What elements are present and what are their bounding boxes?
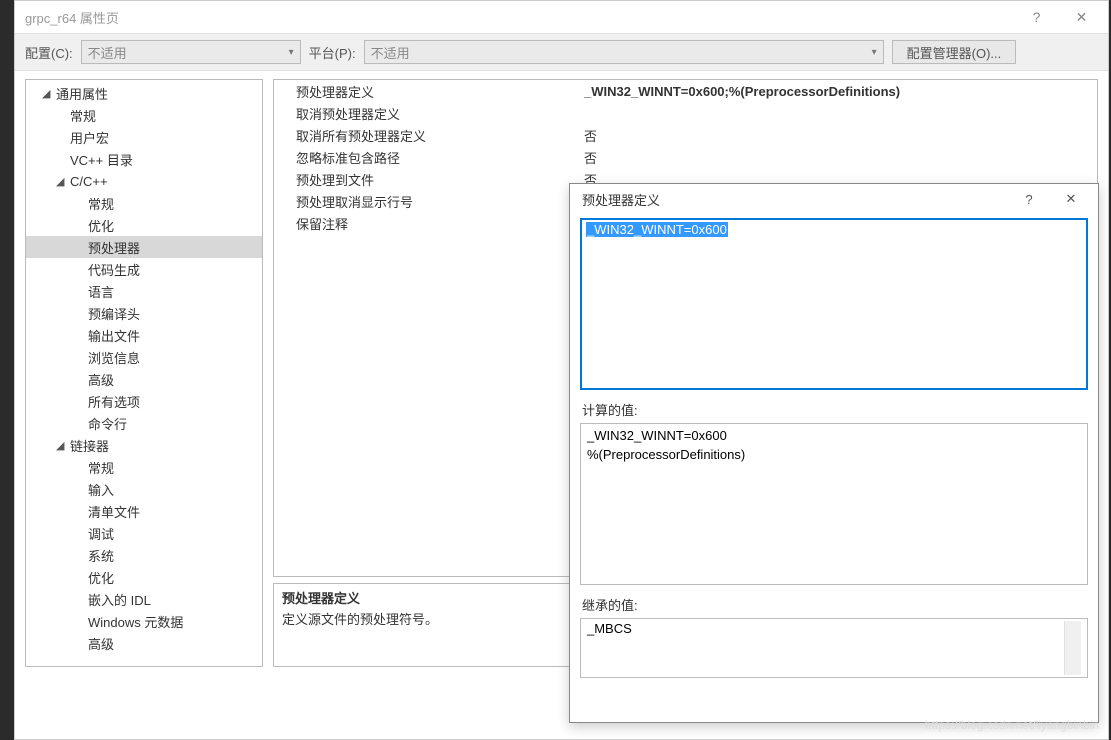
grid-key: 预处理器定义	[274, 82, 578, 101]
tree-item-linker-adv[interactable]: 高级	[26, 632, 262, 654]
config-manager-button[interactable]: 配置管理器(O)...	[892, 40, 1017, 64]
grid-key: 取消预处理器定义	[274, 104, 578, 123]
grid-key: 取消所有预处理器定义	[274, 126, 578, 145]
tree-item-vc-dirs[interactable]: VC++ 目录	[26, 148, 262, 170]
tree-item-general[interactable]: 常规	[26, 104, 262, 126]
tree-item-cmdline[interactable]: 命令行	[26, 412, 262, 434]
tree-item-linker-general[interactable]: 常规	[26, 456, 262, 478]
edit-selected-text: _WIN32_WINNT=0x600	[586, 222, 728, 237]
inherited-value-box: _MBCS	[580, 618, 1088, 678]
popup-title: 预处理器定义	[582, 190, 1008, 209]
popup-body: _WIN32_WINNT=0x600 计算的值: _WIN32_WINNT=0x…	[570, 214, 1098, 688]
tree-item-user-macros[interactable]: 用户宏	[26, 126, 262, 148]
grid-row[interactable]: 取消所有预处理器定义 否	[274, 124, 1097, 146]
tree-item-optimization[interactable]: 优化	[26, 214, 262, 236]
grid-value: _WIN32_WINNT=0x600;%(PreprocessorDefinit…	[578, 84, 1097, 99]
window-title: grpc_r64 属性页	[25, 8, 1014, 27]
inherited-label: 继承的值:	[582, 595, 1088, 614]
calculated-label: 计算的值:	[582, 400, 1088, 419]
tree-item-language[interactable]: 语言	[26, 280, 262, 302]
grid-key: 预处理取消显示行号	[274, 192, 578, 211]
grid-value: 否	[578, 126, 1097, 145]
calculated-value-line: %(PreprocessorDefinitions)	[587, 445, 1081, 464]
popup-titlebar: 预处理器定义 ? ✕	[570, 184, 1098, 214]
tree-item-linker-manifest[interactable]: 清单文件	[26, 500, 262, 522]
tree-item-c-cpp[interactable]: ◢C/C++	[26, 170, 262, 192]
property-tree[interactable]: ◢通用属性 常规 用户宏 VC++ 目录 ◢C/C++ 常规 优化 预处理器 代…	[26, 80, 262, 666]
scrollbar[interactable]	[1064, 621, 1081, 675]
tree-item-linker-winmeta[interactable]: Windows 元数据	[26, 610, 262, 632]
config-label: 配置(C):	[25, 43, 73, 62]
inherited-value-line: _MBCS	[587, 621, 1064, 636]
popup-help-button[interactable]: ?	[1008, 185, 1050, 213]
grid-key: 保留注释	[274, 214, 578, 233]
popup-close-button[interactable]: ✕	[1050, 185, 1092, 213]
toolbar: 配置(C): 不适用 ▾ 平台(P): 不适用 ▾ 配置管理器(O)...	[15, 33, 1108, 71]
grid-row[interactable]: 预处理器定义 _WIN32_WINNT=0x600;%(Preprocessor…	[274, 80, 1097, 102]
tree-item-output-files[interactable]: 输出文件	[26, 324, 262, 346]
tree-panel: ◢通用属性 常规 用户宏 VC++ 目录 ◢C/C++ 常规 优化 预处理器 代…	[25, 79, 263, 667]
calculated-value-box: _WIN32_WINNT=0x600 %(PreprocessorDefinit…	[580, 423, 1088, 585]
close-button[interactable]: ✕	[1059, 2, 1104, 32]
config-combo[interactable]: 不适用 ▾	[81, 40, 301, 64]
tree-item-cpp-general[interactable]: 常规	[26, 192, 262, 214]
platform-label: 平台(P):	[309, 43, 356, 62]
grid-key: 忽略标准包含路径	[274, 148, 578, 167]
arrow-down-icon: ◢	[42, 87, 56, 100]
tree-item-browse-info[interactable]: 浏览信息	[26, 346, 262, 368]
grid-row[interactable]: 取消预处理器定义	[274, 102, 1097, 124]
tree-item-advanced[interactable]: 高级	[26, 368, 262, 390]
config-value: 不适用	[88, 43, 127, 62]
tree-item-linker[interactable]: ◢链接器	[26, 434, 262, 456]
property-page-window: grpc_r64 属性页 ? ✕ 配置(C): 不适用 ▾ 平台(P): 不适用…	[14, 0, 1109, 740]
tree-item-linker-debug[interactable]: 调试	[26, 522, 262, 544]
platform-combo[interactable]: 不适用 ▾	[364, 40, 884, 64]
tree-item-all-options[interactable]: 所有选项	[26, 390, 262, 412]
help-button[interactable]: ?	[1014, 2, 1059, 32]
grid-value: 否	[578, 148, 1097, 167]
titlebar: grpc_r64 属性页 ? ✕	[15, 1, 1108, 33]
content: ◢通用属性 常规 用户宏 VC++ 目录 ◢C/C++ 常规 优化 预处理器 代…	[15, 71, 1108, 739]
arrow-down-icon: ◢	[56, 175, 70, 188]
preprocessor-definitions-popup: 预处理器定义 ? ✕ _WIN32_WINNT=0x600 计算的值: _WIN…	[569, 183, 1099, 723]
tree-item-linker-opt[interactable]: 优化	[26, 566, 262, 588]
tree-item-precompiled[interactable]: 预编译头	[26, 302, 262, 324]
tree-item-linker-idl[interactable]: 嵌入的 IDL	[26, 588, 262, 610]
tree-item-code-gen[interactable]: 代码生成	[26, 258, 262, 280]
calculated-value-line: _WIN32_WINNT=0x600	[587, 426, 1081, 445]
tree-item-linker-input[interactable]: 输入	[26, 478, 262, 500]
grid-row[interactable]: 忽略标准包含路径 否	[274, 146, 1097, 168]
platform-value: 不适用	[371, 43, 410, 62]
arrow-down-icon: ◢	[56, 439, 70, 452]
tree-item-linker-system[interactable]: 系统	[26, 544, 262, 566]
chevron-down-icon: ▾	[289, 47, 294, 58]
tree-item-common-properties[interactable]: ◢通用属性	[26, 82, 262, 104]
grid-key: 预处理到文件	[274, 170, 578, 189]
preprocessor-edit-box[interactable]: _WIN32_WINNT=0x600	[580, 218, 1088, 390]
tree-item-preprocessor[interactable]: 预处理器	[26, 236, 262, 258]
chevron-down-icon: ▾	[872, 47, 877, 58]
